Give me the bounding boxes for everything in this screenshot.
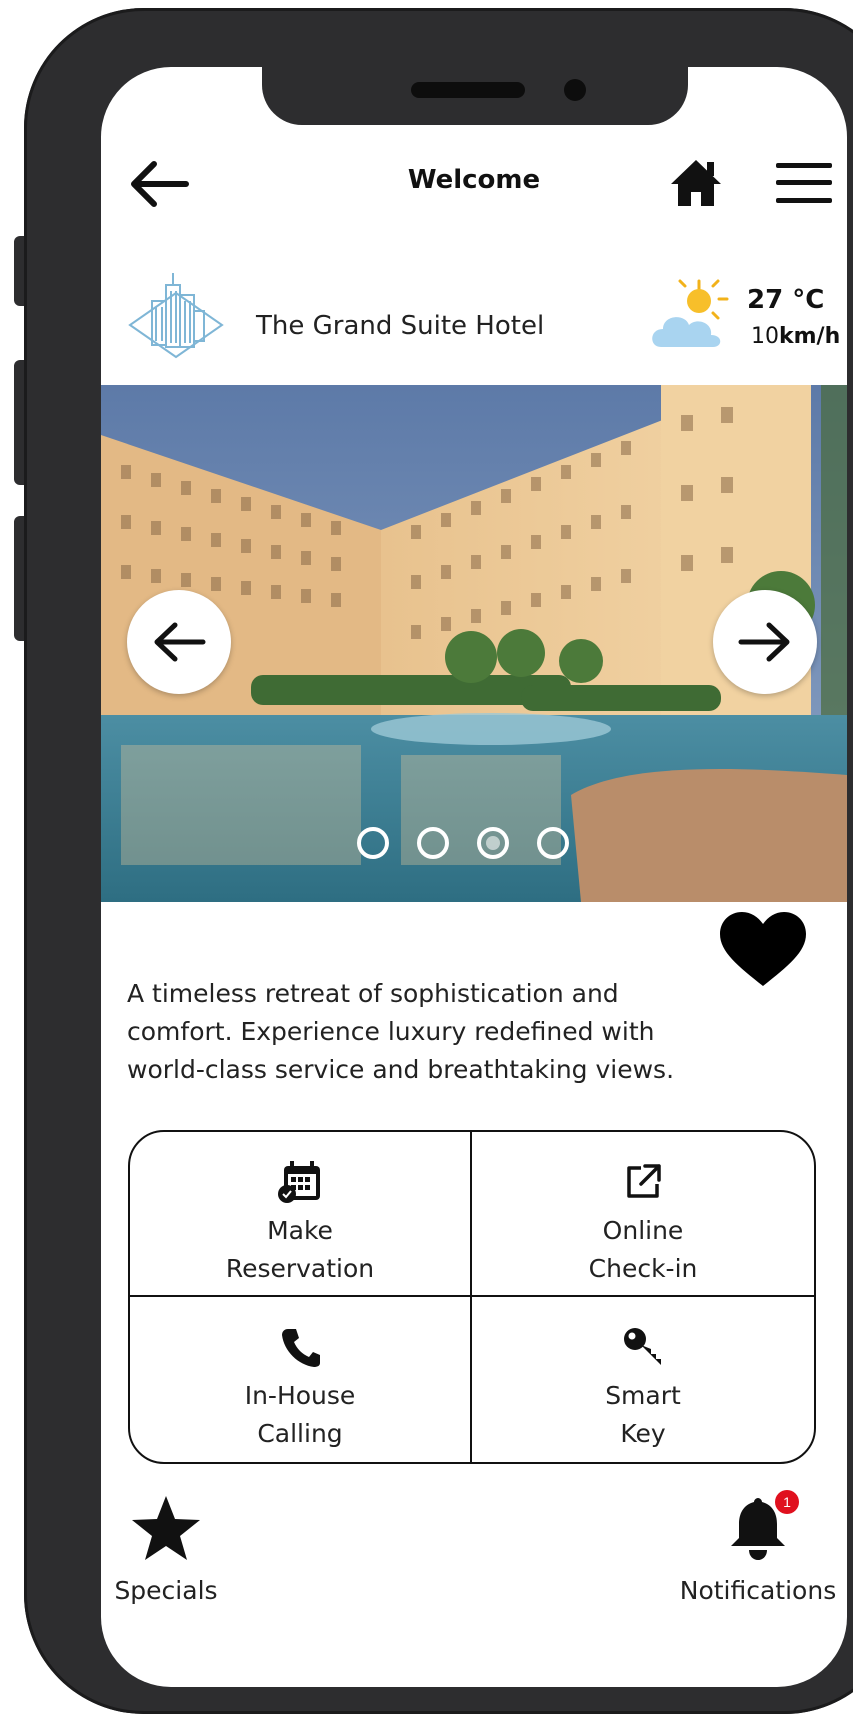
in-house-calling-label: In-House Calling [244, 1381, 356, 1448]
carousel-dot-3[interactable] [477, 827, 509, 859]
hotel-name: The Grand Suite Hotel [256, 311, 545, 341]
hamburger-menu-icon [776, 163, 832, 203]
hotel-logo [126, 267, 226, 367]
notifications-label: Notifications [679, 1576, 837, 1605]
weather-widget [647, 277, 731, 357]
carousel-next-button[interactable] [713, 590, 817, 694]
carousel-prev-button[interactable] [127, 590, 231, 694]
carousel-indicators [357, 827, 569, 859]
wind-unit: km/h [779, 324, 841, 349]
hotel-photo-carousel[interactable] [101, 385, 847, 902]
bell-wrapper: 1 [727, 1490, 799, 1566]
heart-icon [720, 912, 806, 986]
action-grid: Make Reservation Online Check-in In-Hous… [128, 1130, 816, 1464]
phone-screen: Welcome The Grand Suite Hotel 27 °C 10km… [101, 67, 847, 1687]
smart-key-button[interactable]: Smart Key [472, 1297, 814, 1462]
partly-sunny-icon [652, 279, 729, 347]
star-icon [132, 1496, 200, 1560]
smart-key-label: Smart Key [605, 1381, 681, 1448]
specials-button[interactable]: Specials [106, 1494, 226, 1605]
in-house-calling-button[interactable]: In-House Calling [130, 1297, 472, 1462]
phone-frame: Welcome The Grand Suite Hotel 27 °C 10km… [24, 8, 853, 1714]
make-reservation-button[interactable]: Make Reservation [130, 1132, 472, 1297]
make-reservation-label: Make Reservation [225, 1216, 375, 1283]
wind-value: 10 [751, 324, 779, 349]
favorite-button[interactable] [718, 910, 808, 994]
specials-label: Specials [114, 1576, 218, 1605]
home-icon [671, 160, 721, 206]
speaker-grille [411, 82, 525, 98]
page-title: Welcome [407, 165, 541, 195]
online-check-in-label: Online Check-in [588, 1216, 698, 1283]
external-link-icon [621, 1156, 665, 1208]
app-stage: Welcome The Grand Suite Hotel 27 °C 10km… [0, 0, 853, 1723]
carousel-dot-1[interactable] [357, 827, 389, 859]
arrow-right-icon [738, 622, 790, 662]
notification-count-badge: 1 [775, 1490, 799, 1514]
phone-icon [278, 1321, 322, 1373]
hotel-description: A timeless retreat of sophistication and… [127, 979, 675, 1084]
carousel-dot-2[interactable] [417, 827, 449, 859]
online-check-in-button[interactable]: Online Check-in [472, 1132, 814, 1297]
wind-speed-readout: 10km/h [751, 324, 840, 349]
notifications-button[interactable]: 1 Notifications [673, 1490, 843, 1605]
key-icon [621, 1321, 665, 1373]
front-camera [564, 79, 586, 101]
calendar-icon [276, 1156, 324, 1208]
phone-notch [262, 67, 688, 125]
hotel-building-logo-icon [128, 273, 224, 359]
carousel-dot-4[interactable] [537, 827, 569, 859]
arrow-left-icon [154, 622, 206, 662]
home-button[interactable] [668, 156, 724, 214]
temperature-readout: 27 °C [747, 285, 825, 315]
menu-button[interactable] [774, 160, 834, 210]
